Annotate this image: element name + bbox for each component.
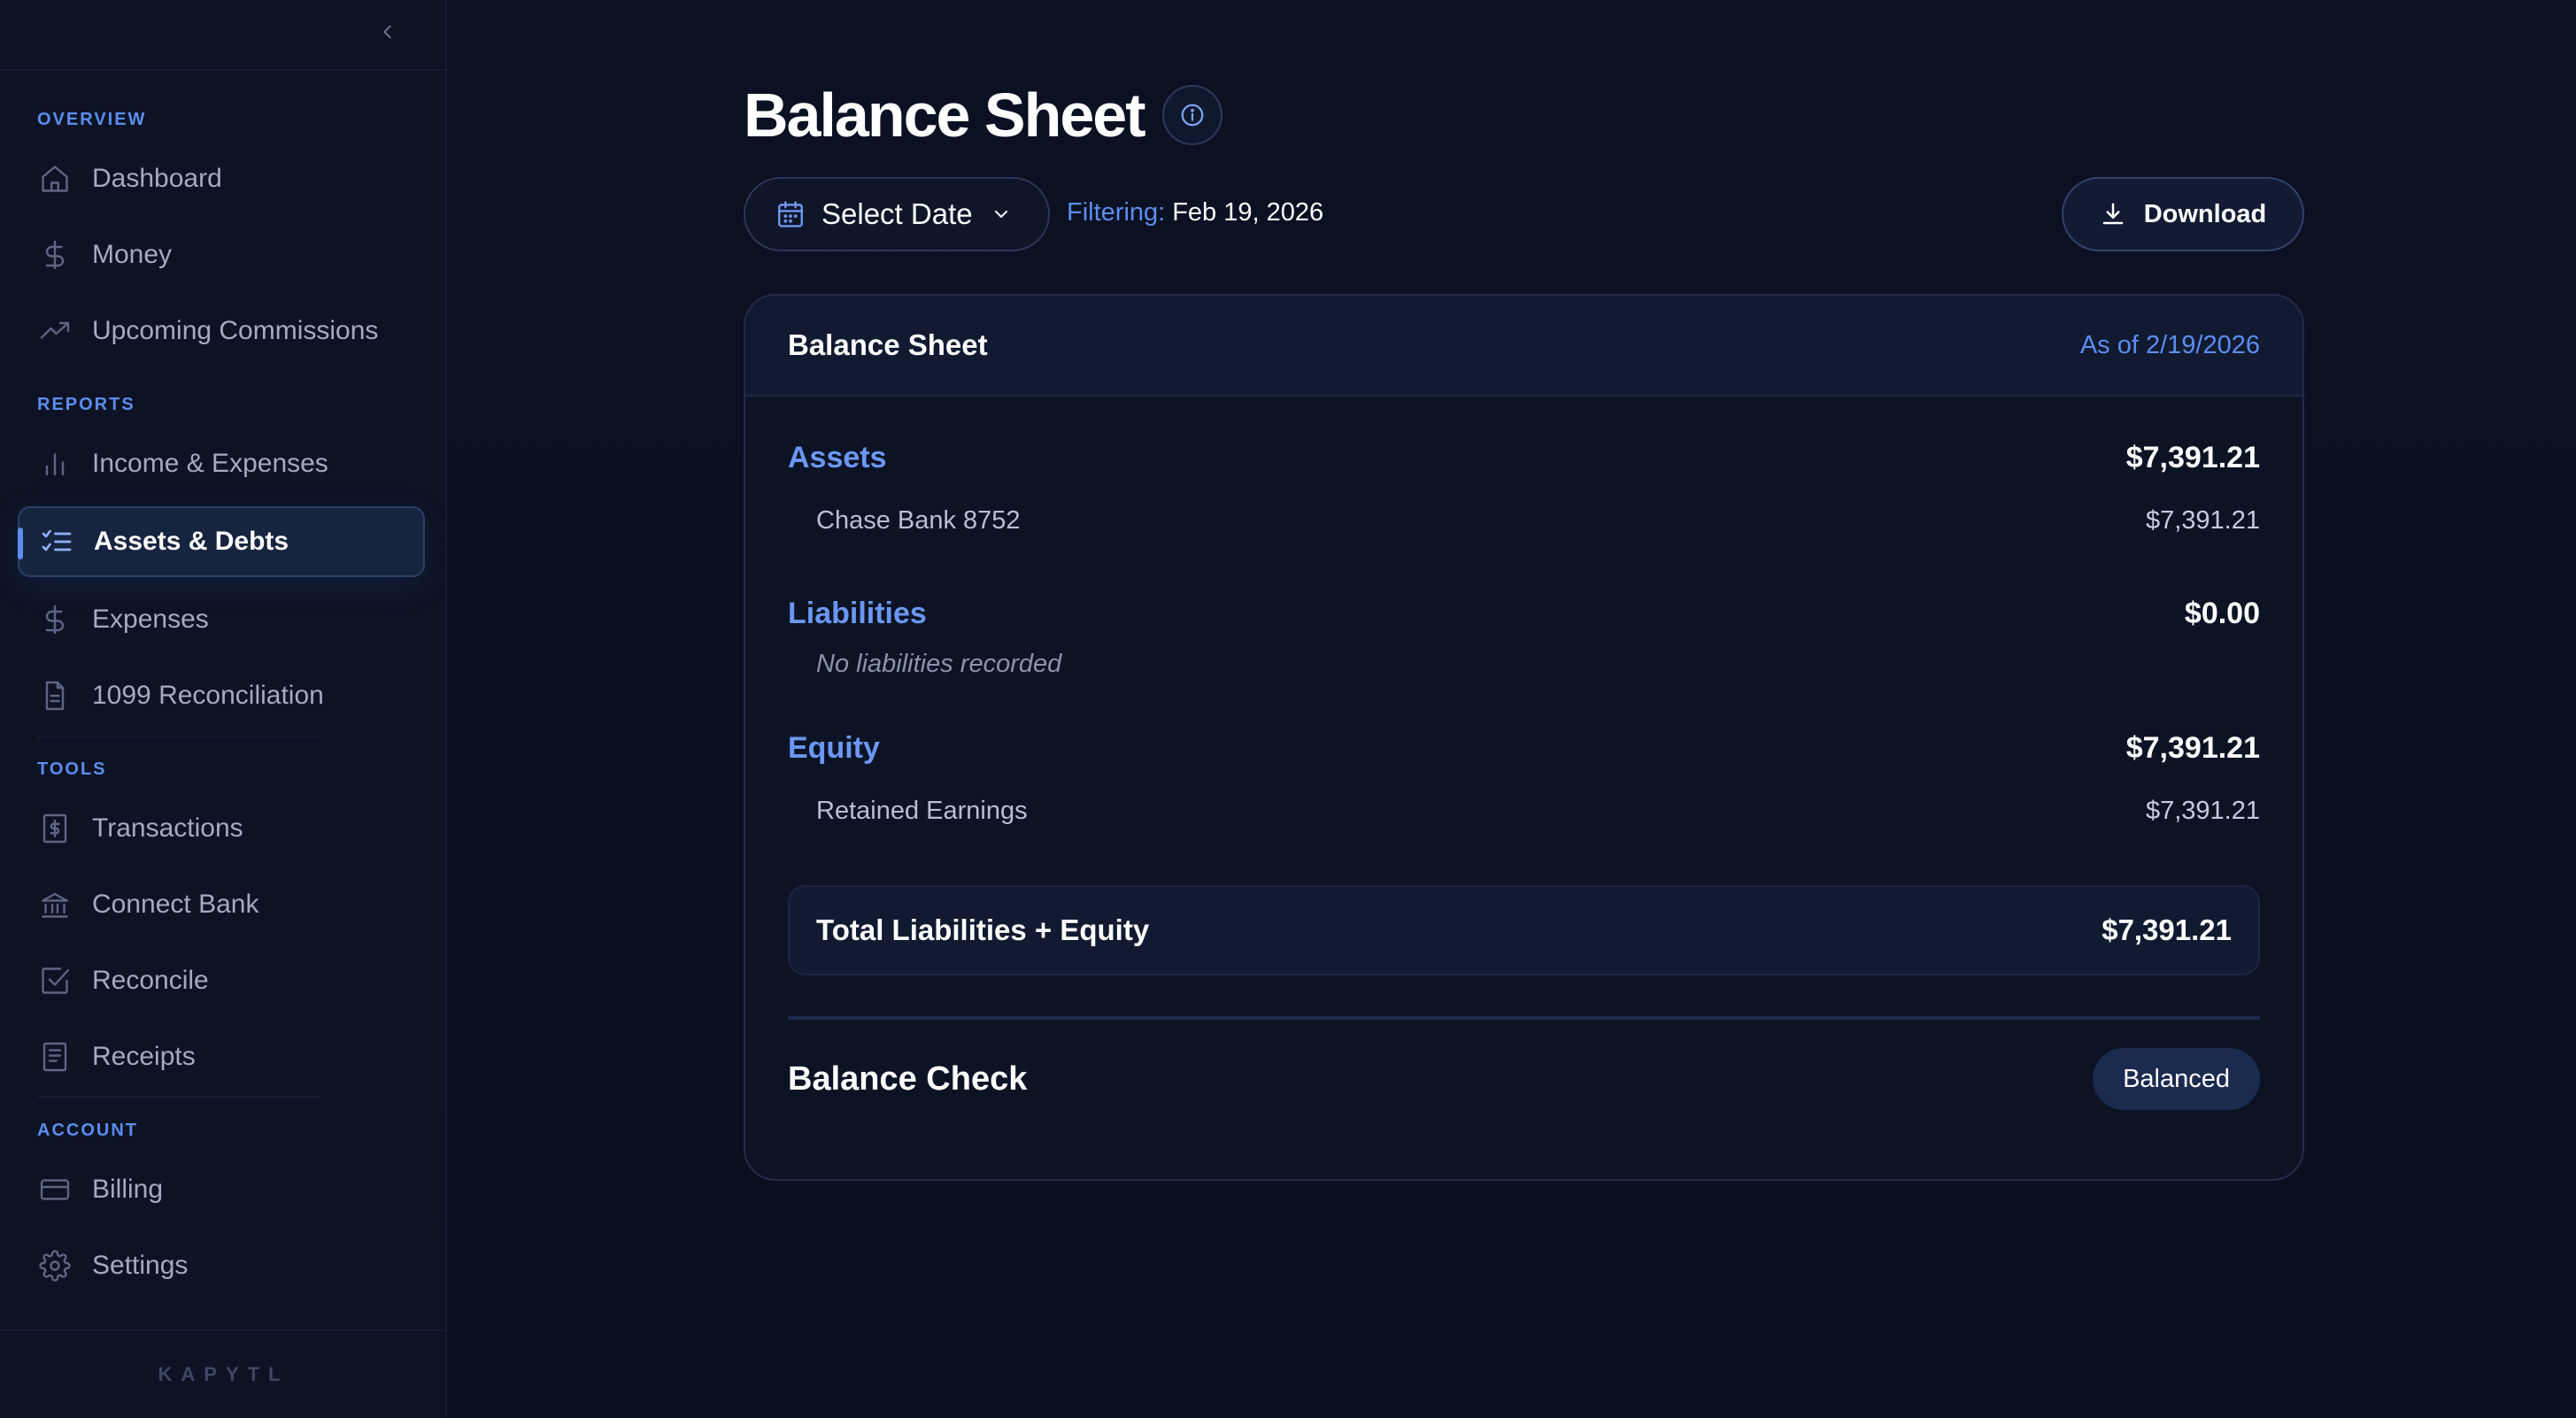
collapse-sidebar-button[interactable]: [372, 18, 404, 50]
sidebar-item-label: Income & Expenses: [92, 449, 328, 478]
sidebar-item-transactions[interactable]: Transactions: [18, 793, 425, 864]
filter-indicator: Filtering: Feb 19, 2026: [1067, 198, 1323, 227]
sidebar-item-label: Expenses: [92, 605, 209, 634]
sidebar-item-1099-reconciliation[interactable]: 1099 Reconciliation: [18, 660, 425, 731]
sidebar-item-label: 1099 Reconciliation: [92, 681, 324, 710]
home-icon: [37, 161, 73, 197]
equity-total: $7,391.21: [2125, 731, 2260, 765]
trend-up-icon: [37, 313, 73, 349]
app-root: OVERVIEW Dashboard Money Upcoming Commis…: [0, 0, 2576, 1418]
sidebar-item-money[interactable]: Money: [18, 220, 425, 290]
section-label-overview: OVERVIEW: [37, 110, 147, 129]
sidebar-divider: [37, 736, 320, 738]
liabilities-title: Liabilities: [788, 597, 927, 630]
equity-item-amount: $7,391.21: [2145, 797, 2260, 825]
balance-check-row: Balance Check Balanced: [788, 1048, 2260, 1110]
bank-icon: [37, 887, 73, 922]
section-label-reports: REPORTS: [37, 395, 135, 414]
as-of-date: As of 2/19/2026: [2079, 330, 2260, 359]
download-button[interactable]: Download: [2062, 177, 2304, 251]
sidebar-item-billing[interactable]: Billing: [18, 1154, 425, 1225]
assets-section-header: Assets $7,391.21: [788, 441, 2260, 475]
sidebar-item-label: Receipts: [92, 1042, 196, 1071]
list-item: Chase Bank 8752 $7,391.21: [788, 506, 2260, 536]
checklist-icon: [39, 524, 74, 559]
calendar-icon: [775, 199, 806, 229]
dollar-icon: [37, 602, 73, 637]
dollar-icon: [37, 237, 73, 273]
liabilities-section-header: Liabilities $0.00: [788, 597, 2260, 631]
list-item: Retained Earnings $7,391.21: [788, 797, 2260, 826]
info-icon: [1179, 102, 1206, 128]
equity-item-label: Retained Earnings: [816, 797, 1028, 825]
sidebar-item-label: Billing: [92, 1175, 164, 1204]
select-date-label: Select Date: [821, 197, 973, 230]
sidebar-item-assets-debts[interactable]: Assets & Debts: [18, 506, 425, 577]
equity-section-header: Equity $7,391.21: [788, 731, 2260, 766]
status-badge: Balanced: [2093, 1048, 2260, 1110]
bar-chart-icon: [37, 446, 73, 482]
filtering-value: Feb 19, 2026: [1172, 198, 1324, 227]
info-button[interactable]: [1162, 85, 1222, 145]
credit-card-icon: [37, 1172, 73, 1207]
download-icon: [2100, 201, 2126, 227]
sidebar-item-income-expenses[interactable]: Income & Expenses: [18, 428, 425, 499]
section-label-account: ACCOUNT: [37, 1121, 138, 1140]
sidebar-item-expenses[interactable]: Expenses: [18, 584, 425, 655]
divider: [788, 1016, 2260, 1020]
receipt-icon: [37, 1039, 73, 1075]
balance-check-label: Balance Check: [788, 1060, 1028, 1098]
chevron-down-icon: [991, 204, 1012, 225]
sidebar-item-reconcile[interactable]: Reconcile: [18, 945, 425, 1016]
sidebar: OVERVIEW Dashboard Money Upcoming Commis…: [0, 0, 447, 1418]
total-amount: $7,391.21: [2102, 913, 2232, 946]
liabilities-total: $0.00: [2184, 597, 2260, 630]
balance-sheet-card: Balance Sheet As of 2/19/2026 Assets $7,…: [744, 294, 2304, 1181]
chevron-left-icon: [378, 22, 397, 46]
receipt-dollar-icon: [37, 811, 73, 846]
empty-state-note: No liabilities recorded: [816, 650, 1062, 678]
sidebar-item-dashboard[interactable]: Dashboard: [18, 143, 425, 214]
sidebar-item-label: Assets & Debts: [94, 527, 289, 556]
sidebar-item-label: Connect Bank: [92, 890, 259, 919]
assets-total: $7,391.21: [2125, 441, 2260, 474]
download-label: Download: [2143, 199, 2267, 228]
sidebar-header: [0, 0, 445, 71]
section-label-tools: TOOLS: [37, 759, 107, 779]
liabilities-empty-row: No liabilities recorded: [788, 650, 2260, 679]
gear-icon: [37, 1248, 73, 1283]
assets-title: Assets: [788, 441, 887, 474]
sidebar-item-label: Money: [92, 240, 173, 269]
brand-logo: KAPYTL: [0, 1329, 447, 1418]
document-icon: [37, 678, 73, 713]
main-content: Balance Sheet Select Date Filtering: Feb …: [447, 0, 2576, 1418]
sidebar-item-label: Transactions: [92, 813, 243, 843]
equity-title: Equity: [788, 731, 880, 765]
total-liabilities-equity-row: Total Liabilities + Equity $7,391.21: [788, 885, 2260, 975]
asset-item-amount: $7,391.21: [2145, 506, 2260, 535]
sidebar-item-label: Settings: [92, 1251, 189, 1280]
check-square-icon: [37, 963, 73, 998]
select-date-button[interactable]: Select Date: [744, 177, 1050, 251]
sidebar-item-label: Upcoming Commissions: [92, 316, 379, 345]
asset-item-label: Chase Bank 8752: [816, 506, 1021, 535]
sidebar-item-label: Reconcile: [92, 966, 209, 995]
page-title: Balance Sheet: [744, 81, 1146, 150]
sidebar-item-label: Dashboard: [92, 164, 222, 193]
total-label: Total Liabilities + Equity: [816, 913, 1150, 946]
filtering-label: Filtering:: [1067, 198, 1166, 227]
sidebar-divider: [37, 1096, 320, 1098]
sidebar-item-upcoming-commissions[interactable]: Upcoming Commissions: [18, 296, 425, 366]
card-title: Balance Sheet: [788, 328, 988, 361]
sidebar-item-settings[interactable]: Settings: [18, 1230, 425, 1301]
sidebar-item-receipts[interactable]: Receipts: [18, 1021, 425, 1092]
card-header: Balance Sheet As of 2/19/2026: [745, 296, 2302, 397]
sidebar-item-connect-bank[interactable]: Connect Bank: [18, 869, 425, 940]
